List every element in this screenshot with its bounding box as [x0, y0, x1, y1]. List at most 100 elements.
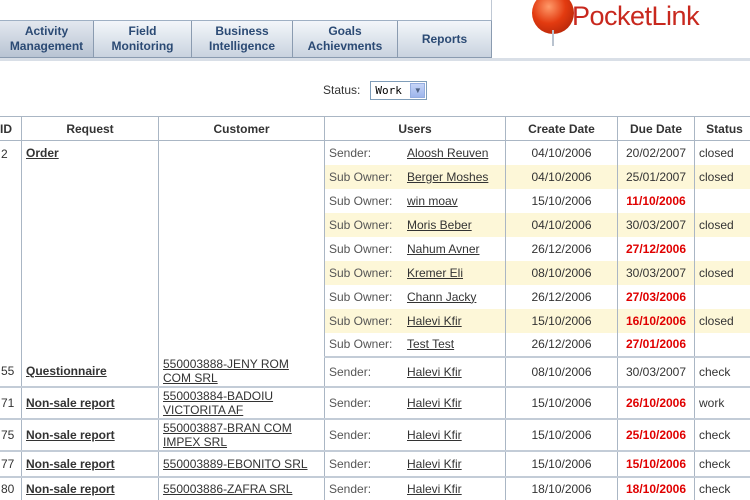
- request-link[interactable]: Non-sale report: [26, 428, 115, 442]
- cell-due-date: 27/12/2006: [617, 236, 695, 261]
- cell-users: Sender: Halevi Kfir: [324, 418, 506, 452]
- user-role-label: Sub Owner:: [329, 289, 393, 304]
- cell-request: Non-sale report: [21, 386, 159, 420]
- user-link[interactable]: Berger Moshes: [407, 170, 488, 184]
- cell-status: [694, 236, 750, 261]
- pocketlink-logo: PocketLink: [506, 0, 750, 58]
- cell-status: closed: [694, 140, 750, 165]
- cell-users: Sub Owner: Halevi Kfir: [324, 308, 506, 333]
- user-role-label: Sub Owner:: [329, 337, 393, 351]
- cell-users: Sub Owner: Moris Beber: [324, 212, 506, 237]
- column-header-users[interactable]: Users: [324, 116, 506, 141]
- status-filter: Status: Work ▼: [323, 80, 428, 100]
- request-link[interactable]: Questionnaire: [26, 364, 107, 378]
- tab-business-intelligence[interactable]: Business Intelligence: [192, 21, 293, 57]
- user-link[interactable]: win moav: [407, 194, 458, 208]
- cell-create-date: 26/12/2006: [505, 284, 618, 309]
- logo-line: [552, 30, 554, 46]
- cell-create-date: 15/10/2006: [505, 450, 618, 478]
- cell-id: 55: [0, 356, 22, 388]
- column-header-create-date[interactable]: Create Date: [505, 116, 618, 141]
- customer-link[interactable]: 550003889-EBONITO SRL: [163, 457, 308, 471]
- user-link[interactable]: Halevi Kfir: [407, 457, 462, 471]
- table-row: 71 Non-sale report 550003884-BADOIU VICTOR…: [0, 386, 750, 420]
- customer-link[interactable]: 550003884-BADOIU VICTORITA AF: [163, 389, 273, 417]
- cell-users: Sub Owner: Test Test: [324, 332, 506, 358]
- user-link[interactable]: Moris Beber: [407, 218, 472, 232]
- tab-activity-management[interactable]: Activity Management: [0, 21, 94, 57]
- user-role-label: Sender:: [329, 481, 372, 496]
- user-link[interactable]: Halevi Kfir: [407, 482, 462, 496]
- column-header-due-date[interactable]: Due Date: [617, 116, 695, 141]
- header-divider: [0, 58, 750, 61]
- user-link[interactable]: Nahum Avner: [407, 242, 480, 256]
- cell-create-date: 15/10/2006: [505, 386, 618, 420]
- logo-text: PocketLink: [572, 1, 700, 31]
- cell-create-date: 08/10/2006: [505, 260, 618, 285]
- request-link[interactable]: Order: [26, 146, 59, 160]
- user-link[interactable]: Halevi Kfir: [407, 428, 462, 442]
- cell-id: 77: [0, 450, 22, 478]
- main-nav: Activity Management Field Monitoring Busin…: [0, 20, 492, 58]
- cell-users: Sender: Halevi Kfir: [324, 450, 506, 478]
- user-role-label: Sender:: [329, 364, 372, 379]
- tab-reports[interactable]: Reports: [398, 21, 492, 57]
- request-link[interactable]: Non-sale report: [26, 482, 115, 496]
- tab-field-monitoring[interactable]: Field Monitoring: [94, 21, 192, 57]
- user-role-label: Sub Owner:: [329, 265, 393, 280]
- user-link[interactable]: Chann Jacky: [407, 290, 476, 304]
- user-link[interactable]: Kremer Eli: [407, 266, 463, 280]
- user-role-label: Sub Owner:: [329, 169, 393, 184]
- user-role-label: Sub Owner:: [329, 313, 393, 328]
- column-header-customer[interactable]: Customer: [158, 116, 325, 141]
- cell-users: Sender: Halevi Kfir: [324, 356, 506, 388]
- user-role-label: Sub Owner:: [329, 241, 393, 256]
- cell-id: 75: [0, 418, 22, 452]
- cell-request: Non-sale report: [21, 418, 159, 452]
- status-select[interactable]: Work ▼: [370, 80, 428, 100]
- top-strip: [0, 0, 492, 20]
- table-row: 55 Questionnaire 550003888-JENY ROM COM SR…: [0, 356, 750, 388]
- user-link[interactable]: Halevi Kfir: [407, 365, 462, 379]
- chevron-down-icon[interactable]: ▼: [410, 82, 426, 98]
- cell-request: Questionnaire: [21, 356, 159, 388]
- cell-due-date: 27/03/2006: [617, 284, 695, 309]
- customer-link[interactable]: 550003886-ZAFRA SRL: [163, 482, 292, 496]
- cell-customer: 550003884-BADOIU VICTORITA AF: [158, 386, 325, 420]
- cell-status: work: [694, 386, 750, 420]
- cell-customer: 550003888-JENY ROM COM SRL: [158, 356, 325, 388]
- tab-goals-achievments[interactable]: Goals Achievments: [293, 21, 398, 57]
- column-header-status[interactable]: Status: [694, 116, 750, 141]
- user-link[interactable]: Test Test: [407, 337, 454, 351]
- customer-link[interactable]: 550003887-BRAN COM IMPEX SRL: [163, 421, 292, 449]
- column-header-request[interactable]: Request: [21, 116, 159, 141]
- cell-due-date: 27/01/2006: [617, 332, 695, 358]
- cell-customer: [158, 140, 325, 357]
- cell-create-date: 08/10/2006: [505, 356, 618, 388]
- user-role-label: Sender:: [329, 395, 372, 410]
- customer-link[interactable]: 550003888-JENY ROM COM SRL: [163, 357, 289, 385]
- cell-due-date: 30/03/2007: [617, 356, 695, 388]
- cell-request: Non-sale report: [21, 476, 159, 500]
- request-link[interactable]: Non-sale report: [26, 396, 115, 410]
- cell-due-date: 20/02/2007: [617, 140, 695, 165]
- requests-table: ID Request Customer Users Create Date Due Dat…: [0, 116, 750, 500]
- cell-id: 2: [0, 140, 22, 357]
- logo-ball-icon: [532, 0, 574, 34]
- cell-create-date: 15/10/2006: [505, 418, 618, 452]
- cell-users: Sender: Halevi Kfir: [324, 476, 506, 500]
- cell-status: check: [694, 476, 750, 500]
- status-filter-label: Status:: [323, 83, 361, 97]
- user-role-label: Sender:: [329, 456, 372, 471]
- cell-due-date: 30/03/2007: [617, 212, 695, 237]
- column-header-id[interactable]: ID: [0, 116, 22, 141]
- cell-customer: 550003886-ZAFRA SRL: [158, 476, 325, 500]
- cell-users: Sub Owner: Berger Moshes: [324, 164, 506, 189]
- cell-due-date: 15/10/2006: [617, 450, 695, 478]
- user-role-label: Sub Owner:: [329, 217, 393, 232]
- user-link[interactable]: Aloosh Reuven: [407, 146, 488, 160]
- user-link[interactable]: Halevi Kfir: [407, 396, 462, 410]
- request-link[interactable]: Non-sale report: [26, 457, 115, 471]
- user-link[interactable]: Halevi Kfir: [407, 314, 462, 328]
- cell-due-date: 11/10/2006: [617, 188, 695, 213]
